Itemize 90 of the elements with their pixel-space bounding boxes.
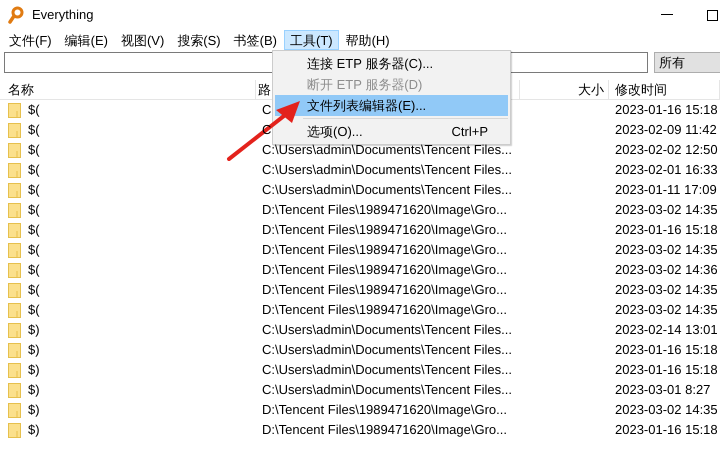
modified-date: 2023-02-01 16:33 <box>615 162 718 178</box>
folder-icon <box>8 182 21 198</box>
folder-icon <box>8 282 21 298</box>
modified-date: 2023-01-16 15:18 <box>615 422 718 438</box>
file-name: $( <box>28 121 40 140</box>
folder-icon <box>8 422 21 438</box>
file-path: D:\Tencent Files\1989471620\Image\Gro... <box>262 242 507 258</box>
modified-date: 2023-03-02 14:35 <box>615 242 718 258</box>
modified-date: 2023-02-02 12:50 <box>615 142 718 158</box>
modified-date: 2023-02-14 13:01 <box>615 322 718 338</box>
folder-icon <box>8 342 21 358</box>
file-name: $( <box>28 281 40 300</box>
file-name: $( <box>28 181 40 200</box>
menu-label: 断开 ETP 服务器(D) <box>307 76 424 94</box>
modified-date: 2023-03-02 14:35 <box>615 402 718 418</box>
file-name: $) <box>28 421 40 440</box>
file-path: C:\Users\admin\Documents\Tencent Files... <box>262 322 512 338</box>
folder-icon <box>8 382 21 398</box>
filter-dropdown[interactable]: 所有 <box>654 52 720 73</box>
file-path: D:\Tencent Files\1989471620\Image\Gro... <box>262 222 507 238</box>
file-path: D:\Tencent Files\1989471620\Image\Gro... <box>262 402 507 418</box>
menu-option[interactable]: 连接 ETP 服务器(C)... <box>275 53 508 74</box>
file-path: C:\Users\admin\Documents\Tencent Files... <box>262 162 512 178</box>
menu-label: 选项(O)... <box>307 123 364 141</box>
file-path: C:\Users\admin\Documents\Tencent Files... <box>262 342 512 358</box>
folder-icon <box>8 402 21 418</box>
file-name: $) <box>28 401 40 420</box>
menu-item[interactable]: 编辑(E) <box>58 30 114 50</box>
file-name: $( <box>28 221 40 240</box>
file-name: $( <box>28 261 40 280</box>
file-name: $( <box>28 301 40 320</box>
file-name: $( <box>28 161 40 180</box>
minimize-icon[interactable] <box>661 14 673 16</box>
modified-date: 2023-01-16 15:18 <box>615 222 718 238</box>
modified-date: 2023-03-01 8:27 <box>615 382 710 398</box>
menu-label: 连接 ETP 服务器(C)... <box>307 55 434 73</box>
folder-icon <box>8 122 21 138</box>
folder-icon <box>8 302 21 318</box>
file-path: D:\Tencent Files\1989471620\Image\Gro... <box>262 202 507 218</box>
file-name: $) <box>28 321 40 340</box>
menu-item[interactable]: 书签(B) <box>228 30 283 50</box>
folder-icon <box>8 362 21 378</box>
file-path: D:\Tencent Files\1989471620\Image\Gro... <box>262 282 507 298</box>
modified-date: 2023-01-16 15:18 <box>615 362 718 378</box>
column-header[interactable]: 修改时间 <box>609 80 720 100</box>
folder-icon <box>8 102 21 118</box>
folder-icon <box>8 162 21 178</box>
menu-item[interactable]: 工具(T) <box>284 30 339 50</box>
menu-item[interactable]: 帮助(H) <box>340 30 396 50</box>
file-name: $) <box>28 361 40 380</box>
file-name: $) <box>28 341 40 360</box>
file-path: C:\Users\admin\Documents\Tencent Files... <box>262 142 512 158</box>
file-name: $( <box>28 201 40 220</box>
column-header[interactable]: 名称 <box>0 80 256 100</box>
menu-option[interactable]: 文件列表编辑器(E)... <box>275 95 508 116</box>
column-header[interactable]: 大小 <box>520 80 609 100</box>
modified-date: 2023-03-02 14:35 <box>615 202 718 218</box>
file-path: C:\Users\admin\Documents\Tencent Files... <box>262 182 512 198</box>
file-name: $( <box>28 101 40 120</box>
modified-date: 2023-03-02 14:35 <box>615 302 718 318</box>
folder-icon <box>8 222 21 238</box>
menu-item[interactable]: 搜索(S) <box>171 30 227 50</box>
file-name: $) <box>28 381 40 400</box>
modified-date: 2023-01-11 17:09 <box>615 182 717 198</box>
menu-option[interactable]: 选项(O)... Ctrl+P <box>275 121 508 142</box>
magnifier-icon <box>8 6 24 24</box>
modified-date: 2023-03-02 14:35 <box>615 282 718 298</box>
modified-date: 2023-02-09 11:42 <box>615 122 717 138</box>
file-path: C:\Users\admin\Documents\Tencent Files... <box>262 382 512 398</box>
window-title: Everything <box>32 6 94 24</box>
menu-label: 文件列表编辑器(E)... <box>307 97 428 115</box>
file-path: D:\Tencent Files\1989471620\Image\Gro... <box>262 302 507 318</box>
folder-icon <box>8 142 21 158</box>
menu-item[interactable]: 视图(V) <box>114 30 170 50</box>
file-path: C <box>262 102 272 118</box>
modified-date: 2023-03-02 14:36 <box>615 262 718 278</box>
menu-item[interactable]: 文件(F) <box>3 30 58 50</box>
folder-icon <box>8 242 21 258</box>
folder-icon <box>8 202 21 218</box>
folder-icon <box>8 262 21 278</box>
shortcut-text: Ctrl+P <box>452 123 488 141</box>
folder-icon <box>8 322 21 338</box>
file-name: $( <box>28 241 40 260</box>
file-path: D:\Tencent Files\1989471620\Image\Gro... <box>262 422 507 438</box>
file-path: D:\Tencent Files\1989471620\Image\Gro... <box>262 262 507 278</box>
file-path: C:\Users\admin\Documents\Tencent Files... <box>262 362 512 378</box>
modified-date: 2023-01-16 15:18 <box>615 102 718 118</box>
file-name: $( <box>28 141 40 160</box>
maximize-icon[interactable] <box>707 10 718 20</box>
modified-date: 2023-01-16 15:18 <box>615 342 718 358</box>
